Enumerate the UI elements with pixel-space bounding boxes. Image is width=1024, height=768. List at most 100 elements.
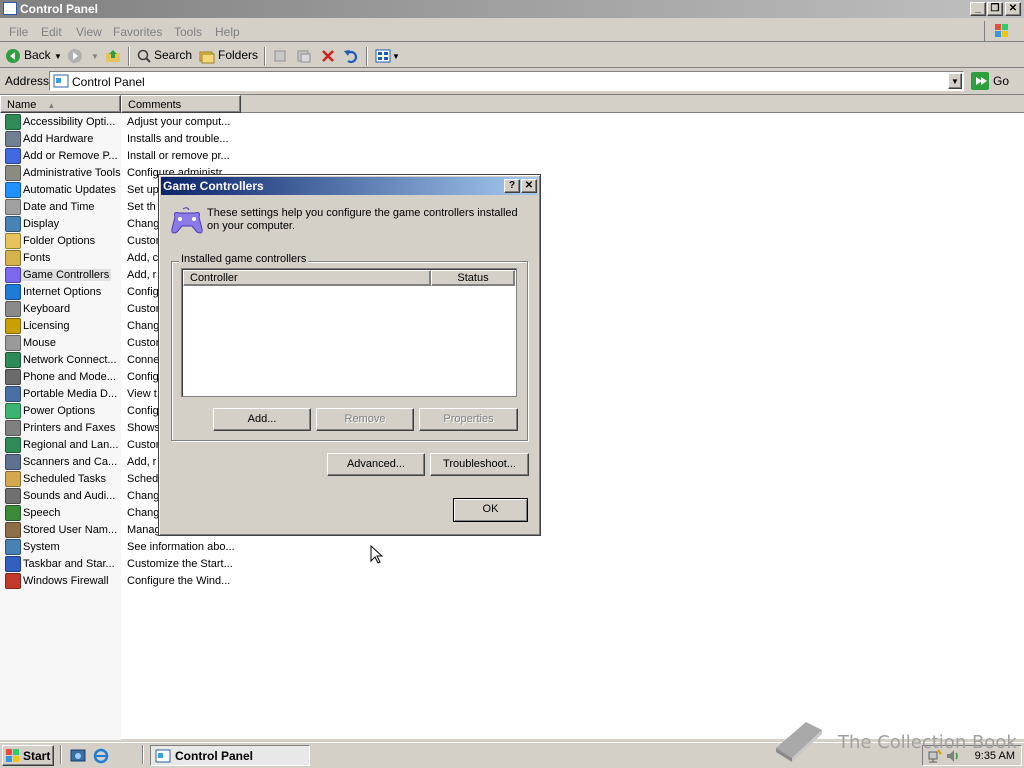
list-item-name: Taskbar and Star...: [23, 558, 115, 570]
column-header-empty: [241, 95, 1024, 113]
book-icon: [776, 722, 822, 762]
up-folder-icon[interactable]: [105, 48, 121, 64]
list-item[interactable]: Add or Remove P... Install or remove pr..…: [0, 148, 1024, 165]
menu-edit[interactable]: Edit: [41, 25, 62, 39]
list-item-comment: Custon: [127, 439, 162, 451]
list-item[interactable]: System See information abo...: [0, 539, 1024, 556]
search-icon[interactable]: [136, 48, 152, 64]
list-item-name: Stored User Nam...: [23, 524, 118, 536]
stored-user-names-icon: [5, 522, 21, 538]
list-item-name: Portable Media D...: [23, 388, 118, 400]
show-desktop-icon[interactable]: [70, 748, 86, 764]
address-dropdown-button[interactable]: ▼: [948, 73, 962, 89]
back-arrow-icon[interactable]: [5, 48, 21, 64]
folders-icon[interactable]: [199, 48, 215, 64]
go-arrow-icon: [971, 72, 989, 90]
menu-help[interactable]: Help: [215, 25, 240, 39]
list-item-name: Date and Time: [23, 201, 95, 213]
list-item-name: Phone and Mode...: [23, 371, 116, 383]
internet-explorer-icon[interactable]: [93, 748, 109, 764]
list-item-name: Scanners and Ca...: [23, 456, 118, 468]
scanners-cameras-icon: [5, 454, 21, 470]
column-header-status[interactable]: Status: [431, 270, 515, 286]
views-icon[interactable]: [375, 48, 391, 64]
views-dropdown-icon[interactable]: ▼: [392, 52, 400, 61]
scheduled-tasks-icon: [5, 471, 21, 487]
back-button[interactable]: Back: [24, 48, 51, 62]
move-to-icon[interactable]: [273, 48, 289, 64]
list-item-comment: Conne: [127, 354, 160, 366]
minimize-button[interactable]: _: [970, 2, 986, 16]
undo-icon[interactable]: [343, 48, 359, 64]
list-item-name: Game Controllers: [21, 269, 112, 281]
list-item[interactable]: Windows Firewall Configure the Wind...: [0, 573, 1024, 590]
list-item-comment: Customize the Start...: [127, 558, 233, 570]
list-item-name: Internet Options: [23, 286, 102, 298]
speech-icon: [5, 505, 21, 521]
list-item-comment: Shows: [127, 422, 161, 434]
taskbar-button-control-panel[interactable]: Control Panel: [150, 745, 310, 766]
advanced-button[interactable]: Advanced...: [327, 453, 425, 476]
window-title: Control Panel: [20, 2, 99, 16]
menu-favorites[interactable]: Favorites: [113, 25, 162, 39]
list-item-comment: Adjust your comput...: [127, 116, 231, 128]
list-item-comment: Config: [127, 371, 159, 383]
ok-button-label: OK: [482, 503, 499, 515]
close-button[interactable]: ✕: [1005, 2, 1021, 16]
column-header-name[interactable]: Name ▲: [0, 95, 121, 113]
power-options-icon: [5, 403, 21, 419]
game-controllers-dialog: Game Controllers ? ✕ These settings help…: [158, 174, 541, 536]
menu-view[interactable]: View: [76, 25, 102, 39]
menu-file[interactable]: File: [9, 25, 28, 39]
advanced-button-label: Advanced...: [346, 458, 406, 470]
start-label: Start: [23, 749, 51, 763]
list-item[interactable]: Taskbar and Star... Customize the Start..…: [0, 556, 1024, 573]
list-item-comment: Chang: [127, 507, 160, 519]
folders-button[interactable]: Folders: [218, 48, 258, 62]
automatic-updates-icon: [5, 182, 21, 198]
list-item-name: Printers and Faxes: [23, 422, 116, 434]
add-hardware-icon: [5, 131, 21, 147]
add-button[interactable]: Add...: [213, 408, 311, 431]
go-button[interactable]: Go: [969, 71, 1019, 91]
help-button[interactable]: ?: [504, 179, 520, 193]
window-title-bar[interactable]: Control Panel _ ❐ ✕: [0, 0, 1024, 18]
administrative-tools-icon: [5, 165, 21, 181]
search-button[interactable]: Search: [154, 48, 192, 62]
delete-icon[interactable]: [320, 48, 336, 64]
start-button[interactable]: Start: [2, 745, 54, 766]
troubleshoot-button[interactable]: Troubleshoot...: [430, 453, 529, 476]
back-dropdown-icon[interactable]: ▼: [54, 52, 62, 61]
menu-tools[interactable]: Tools: [174, 25, 202, 39]
controllers-list[interactable]: Controller Status: [181, 268, 517, 397]
list-item-name: Windows Firewall: [23, 575, 109, 587]
licensing-icon: [5, 318, 21, 334]
remove-button[interactable]: Remove: [316, 408, 414, 431]
list-item-name: Add Hardware: [23, 133, 94, 145]
dialog-title-bar[interactable]: Game Controllers ? ✕: [161, 177, 538, 195]
address-input[interactable]: Control Panel ▼: [49, 71, 964, 91]
dialog-close-button[interactable]: ✕: [521, 179, 537, 193]
portable-media-icon: [5, 386, 21, 402]
list-item-comment: Set th: [127, 201, 156, 213]
gamepad-icon: [171, 207, 203, 234]
restore-button[interactable]: ❐: [987, 2, 1003, 16]
properties-button[interactable]: Properties: [419, 408, 518, 431]
fonts-icon: [5, 250, 21, 266]
column-header-controller[interactable]: Controller: [183, 270, 431, 286]
list-item-comment: Install or remove pr...: [127, 150, 230, 162]
forward-dropdown-icon[interactable]: ▼: [91, 52, 99, 61]
list-item[interactable]: Add Hardware Installs and trouble...: [0, 131, 1024, 148]
list-item-comment: Add, c: [127, 252, 159, 264]
ok-button[interactable]: OK: [453, 498, 528, 522]
sort-ascending-icon: ▲: [47, 101, 56, 110]
column-header-comments[interactable]: Comments: [121, 95, 241, 113]
list-item[interactable]: Accessibility Opti... Adjust your comput.…: [0, 114, 1024, 131]
address-value: Control Panel: [72, 75, 145, 89]
add-button-label: Add...: [247, 413, 277, 425]
address-bar: Address Control Panel ▼ Go: [0, 69, 1024, 93]
list-item-comment: Add, r: [127, 269, 157, 281]
copy-to-icon[interactable]: [296, 48, 312, 64]
column-header-comments-label: Comments: [128, 99, 182, 111]
forward-arrow-icon[interactable]: [67, 48, 83, 64]
